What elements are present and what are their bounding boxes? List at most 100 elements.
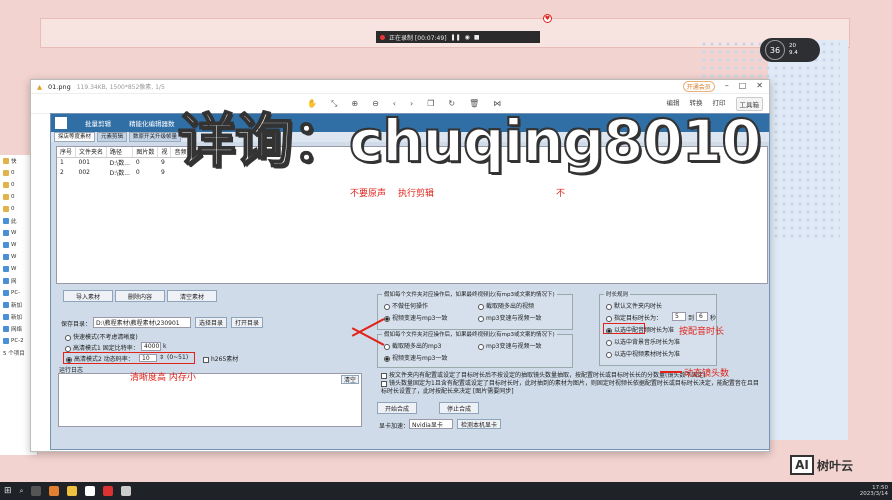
g2-option-2[interactable]: 视频变速与mp3一致 <box>384 353 447 362</box>
check-single-shot[interactable]: 镜头数量固定为1且含有配置或设定了目标时长时，此时抽到的素材为图片，则固定时视频… <box>381 380 761 396</box>
table-row[interactable]: 2 002 D:\数... 0 9 <box>57 167 196 177</box>
column-header[interactable]: 序号 <box>57 147 77 158</box>
table-header: 序号 文件夹名 路径 图片数视音频数 <box>57 147 197 158</box>
dur-option-2[interactable]: 以选中配音频时长为准 <box>606 325 674 334</box>
system-monitor-widget[interactable]: 36 20 9.4 <box>760 38 820 62</box>
folder-icon <box>3 170 9 176</box>
clear-log-button[interactable]: 清空 <box>341 375 359 384</box>
audio-sync-group: 假如每个文件夹对应操作后，如果最终视频比(有mp3或文案的情况下) 截取随多出的… <box>377 330 573 368</box>
column-header[interactable]: 图片数 <box>132 147 159 158</box>
annotation-match-voice: 按配音时长 <box>679 327 725 337</box>
g1-option-2[interactable]: 视频变速与mp3一致 <box>384 313 447 322</box>
mode-fast-label: 快速模式(不考虑清晰度) <box>73 334 138 341</box>
table-cell: 0 <box>135 168 140 176</box>
app-icon[interactable] <box>103 486 114 496</box>
crf-input[interactable]: 10 <box>139 354 157 362</box>
group2-title: 假如每个文件夹对应操作后，如果最终视频比(有mp3或文案的情况下) <box>382 330 557 338</box>
minimize-icon[interactable]: – <box>725 81 729 92</box>
dur-option-1[interactable]: 指定目标时长为： <box>606 313 662 322</box>
mode-fast[interactable]: 快速模式(不考虑清晰度) <box>65 332 138 341</box>
maximize-icon[interactable]: □ <box>739 81 747 92</box>
dur-option-4[interactable]: 以选中视频素材时长为准 <box>606 349 680 358</box>
folder-icon <box>3 158 9 164</box>
bitrate-input[interactable]: 4000 <box>141 342 161 351</box>
app-icon[interactable] <box>85 486 96 496</box>
explorer-item-label: W <box>11 242 17 248</box>
choose-dir-button[interactable]: 选择目录 <box>195 317 227 328</box>
mode-hd2[interactable]: 高清模式2 动态码率： <box>66 354 134 363</box>
vip-badge[interactable]: 开通会员 <box>682 81 715 92</box>
explorer-item-label: PC- <box>11 290 21 296</box>
gpu-select[interactable]: Nvidia显卡 <box>409 419 453 429</box>
header-smart-editor[interactable]: 精能化编辑器数 <box>129 118 175 128</box>
folder-icon <box>3 290 9 296</box>
annotation-execute: 执行剪辑 <box>398 189 435 199</box>
check-gpu-button[interactable]: 检测本机显卡 <box>457 419 501 429</box>
dur-unit: 秒 <box>710 315 717 322</box>
folder-icon <box>3 266 9 272</box>
explorer-item-label: W <box>11 254 17 260</box>
column-header[interactable]: 路径 <box>106 147 134 158</box>
app-icon[interactable] <box>49 486 60 496</box>
windows-start-icon[interactable]: ⊞ <box>4 486 12 496</box>
mode-hd1[interactable]: 高清模式1 固定比特率： <box>65 343 139 352</box>
folder-icon <box>3 254 9 260</box>
brand-logo: AI <box>790 455 814 475</box>
search-icon[interactable]: ⌕ <box>20 487 24 496</box>
save-dir-input[interactable]: D:\教程素材\教程素材\230901 <box>93 317 191 328</box>
folder-icon <box>3 326 9 332</box>
close-icon[interactable]: ✕ <box>756 81 763 92</box>
clock[interactable]: 17:50 2023/3/14 <box>860 485 888 497</box>
folder-icon <box>3 242 9 248</box>
dur-option-3[interactable]: 以选中背景音乐时长为准 <box>606 337 680 346</box>
table-cell: 002 <box>78 168 90 176</box>
arrow-annotation <box>660 371 682 373</box>
stop-icon[interactable]: ■ <box>474 34 480 41</box>
g2-option-0[interactable]: 截取随多出的mp3 <box>384 341 441 350</box>
g1-option-0[interactable]: 不做任何操作 <box>384 301 428 310</box>
explorer-item-label: 0 <box>11 170 15 176</box>
folder-icon <box>3 230 9 236</box>
column-header[interactable]: 视 <box>157 147 172 158</box>
g2-option-1[interactable]: mp3变速与视频一致 <box>478 341 541 350</box>
header-batch-edit[interactable]: 批量剪辑 <box>85 118 111 128</box>
explorer-item-label: 网 <box>11 279 17 285</box>
camera-icon[interactable]: ◉ <box>465 34 470 41</box>
table-cell: 001 <box>78 158 90 166</box>
tab-elements[interactable]: 元素剪辑 <box>97 132 128 142</box>
folder-icon <box>3 278 9 284</box>
save-dir-label: 保存目录： <box>61 321 92 328</box>
start-compose-button[interactable]: 开始合成 <box>377 402 417 414</box>
delete-content-button[interactable]: 删除内容 <box>115 290 165 302</box>
column-header[interactable]: 文件夹名 <box>75 147 108 158</box>
explorer-item-label: 网络 <box>11 327 23 333</box>
import-button[interactable]: 导入素材 <box>63 290 113 302</box>
dur-to-input[interactable]: 6 <box>696 312 708 321</box>
app-logo <box>55 117 67 129</box>
explorer-item-label: 0 <box>11 206 15 212</box>
tab-upgrade[interactable]: 数原开关升级帧量 <box>129 132 182 142</box>
download-speed: 9.4 <box>789 50 798 56</box>
stop-compose-button[interactable]: 停止合成 <box>439 402 479 414</box>
tab-material[interactable]: 探店等度素材 <box>54 132 96 142</box>
video-sync-group: 假如每个文件夹对应操作后，如果最终视频比(有mp3或文案的情况下) 不做任何操作… <box>377 290 573 330</box>
record-dot-icon <box>380 34 385 40</box>
app-icon[interactable] <box>67 486 78 496</box>
dur-option-0[interactable]: 默认文件夹内时长 <box>606 301 662 310</box>
explorer-item-label: 快 <box>11 159 17 165</box>
pause-icon[interactable]: ❚❚ <box>451 34 461 41</box>
dur-from-input[interactable]: 5 <box>672 312 686 321</box>
explorer-item-label: 0 <box>11 182 15 188</box>
crf-stepper-icon[interactable]: ⇕ <box>159 354 164 361</box>
log-textarea[interactable] <box>58 373 362 427</box>
table-row[interactable]: 1 001 D:\数... 0 9 <box>57 157 196 167</box>
g1-option-3[interactable]: mp3变速与视频一致 <box>478 313 541 322</box>
clear-material-button[interactable]: 清空素材 <box>167 290 217 302</box>
app-icon[interactable] <box>121 486 132 496</box>
watermark-overlay: 详询：chuqing8010 <box>177 107 763 175</box>
taskview-icon[interactable] <box>31 486 42 496</box>
g1-option-1[interactable]: 截取随多出的视频 <box>478 301 534 310</box>
check-dynamic-shots[interactable]: 按文件夹内有配置或设定了目标时长后不按设定的抽取镜头数量抽取，按配置时长或目标时… <box>381 370 706 379</box>
open-dir-button[interactable]: 打开目录 <box>231 317 263 328</box>
h265-checkbox[interactable]: h265素材 <box>203 354 238 363</box>
